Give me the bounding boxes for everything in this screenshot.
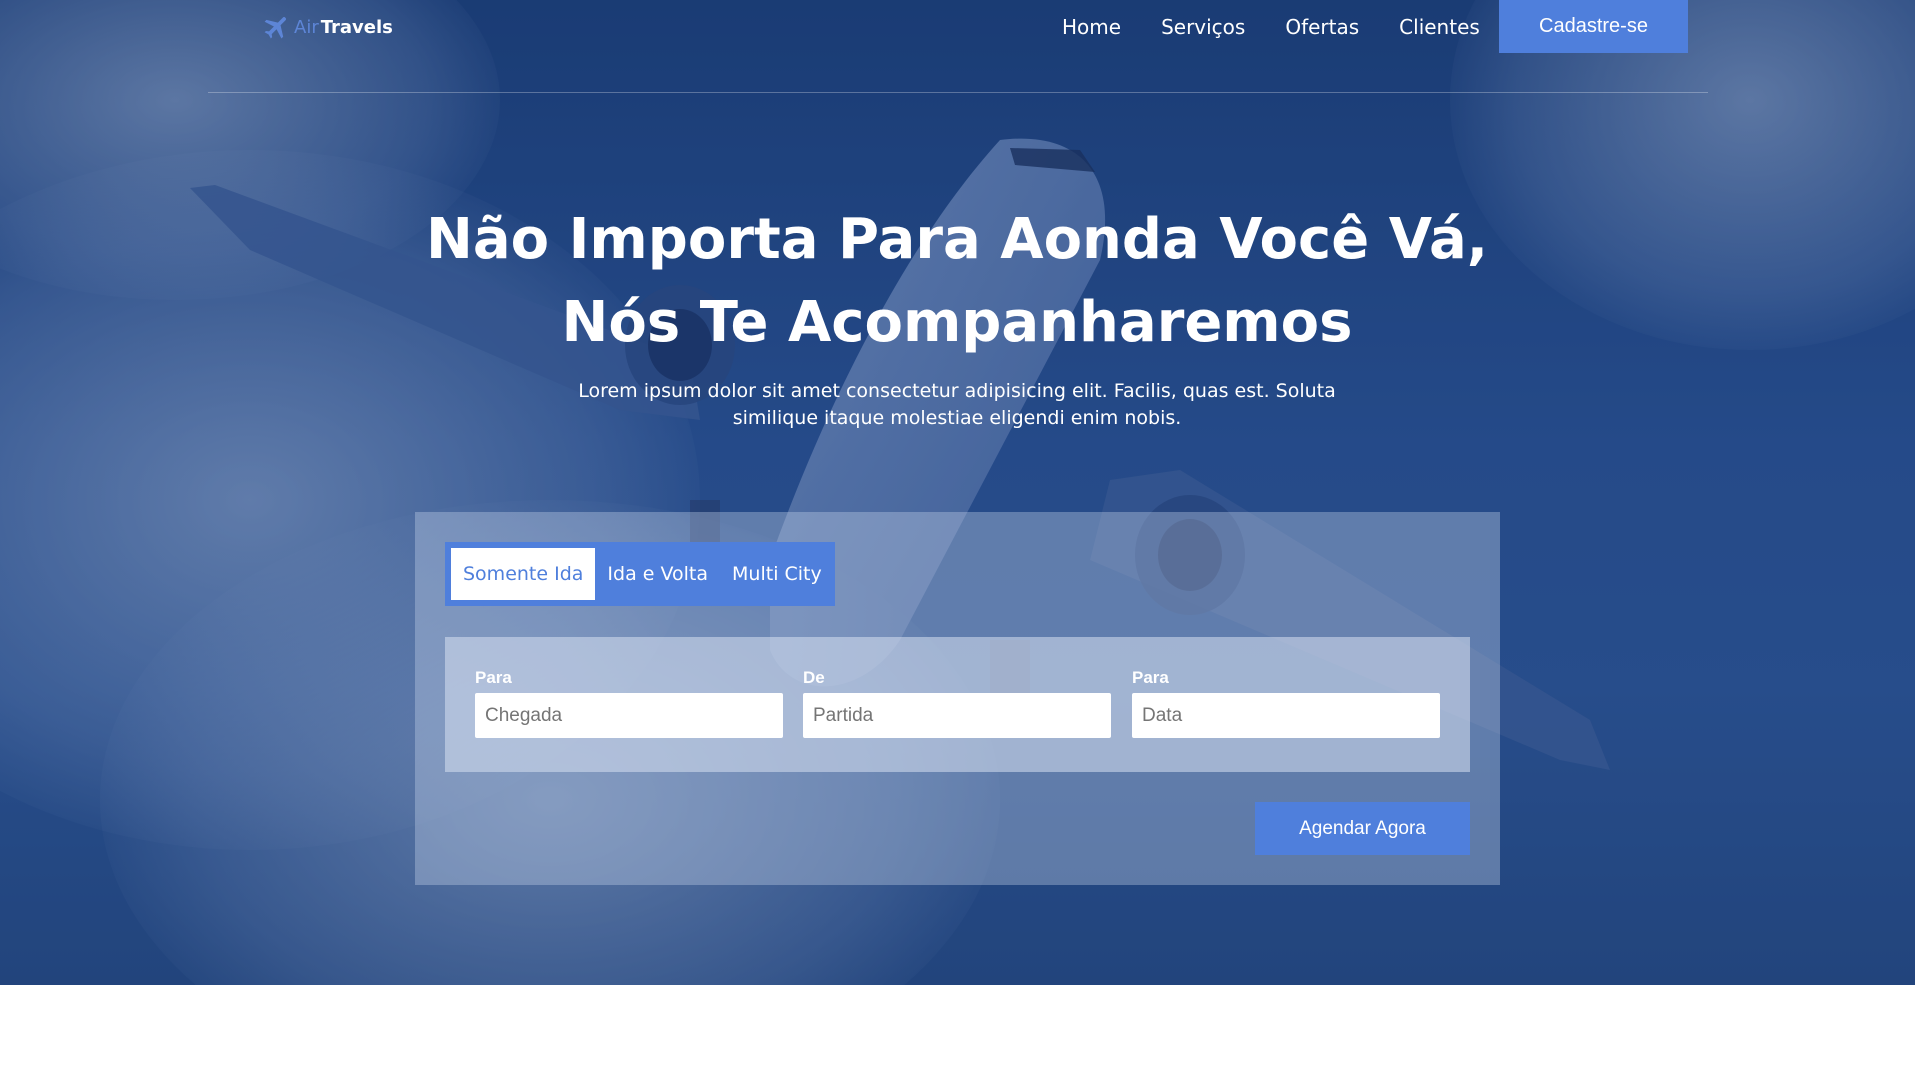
field-group-departure: De bbox=[803, 667, 1111, 738]
hero-subtitle-line1: Lorem ipsum dolor sit amet consectetur a… bbox=[578, 380, 1336, 402]
tab-somente-ida[interactable]: Somente Ida bbox=[451, 548, 596, 600]
trip-type-tabs: Somente Ida Ida e Volta Multi City bbox=[445, 542, 835, 606]
tab-multi-city[interactable]: Multi City bbox=[720, 548, 834, 600]
logo-text-air: Air bbox=[294, 16, 319, 38]
navbar: Air Travels Home Serviços Ofertas Cliente… bbox=[0, 0, 1915, 93]
nav-link-home[interactable]: Home bbox=[1062, 15, 1121, 39]
departure-label: De bbox=[803, 668, 825, 687]
book-now-button[interactable]: Agendar Agora bbox=[1255, 802, 1470, 855]
departure-input[interactable] bbox=[803, 693, 1111, 738]
signup-button[interactable]: Cadastre-se bbox=[1499, 0, 1688, 53]
airplane-icon bbox=[262, 12, 292, 42]
hero-subtitle-line2: similique itaque molestiae eligendi enim… bbox=[732, 407, 1182, 429]
hero-title-line2: Nós Te Acompanharemos bbox=[561, 290, 1353, 355]
nav-divider bbox=[208, 92, 1708, 93]
field-group-date: Para bbox=[1132, 667, 1440, 738]
hero-subtitle: Lorem ipsum dolor sit amet consectetur a… bbox=[557, 378, 1357, 432]
logo[interactable]: Air Travels bbox=[262, 12, 393, 42]
date-input[interactable] bbox=[1132, 693, 1440, 738]
arrival-label: Para bbox=[475, 668, 512, 687]
tab-ida-e-volta[interactable]: Ida e Volta bbox=[595, 548, 720, 600]
nav-link-clientes[interactable]: Clientes bbox=[1399, 15, 1480, 39]
nav-link-servicos[interactable]: Serviços bbox=[1161, 15, 1245, 39]
hero-title: Não Importa Para Aonda Você Vá, Nós Te A… bbox=[357, 198, 1557, 364]
booking-fields: Para De Para bbox=[445, 637, 1470, 772]
nav-link-ofertas[interactable]: Ofertas bbox=[1285, 15, 1359, 39]
logo-text-travels: Travels bbox=[320, 16, 393, 38]
arrival-input[interactable] bbox=[475, 693, 783, 738]
nav-links: Home Serviços Ofertas Clientes bbox=[1062, 12, 1520, 42]
date-label: Para bbox=[1132, 668, 1169, 687]
booking-panel: Somente Ida Ida e Volta Multi City Para … bbox=[415, 512, 1500, 885]
field-group-arrival: Para bbox=[475, 667, 783, 738]
hero-title-line1: Não Importa Para Aonda Você Vá, bbox=[425, 207, 1489, 272]
